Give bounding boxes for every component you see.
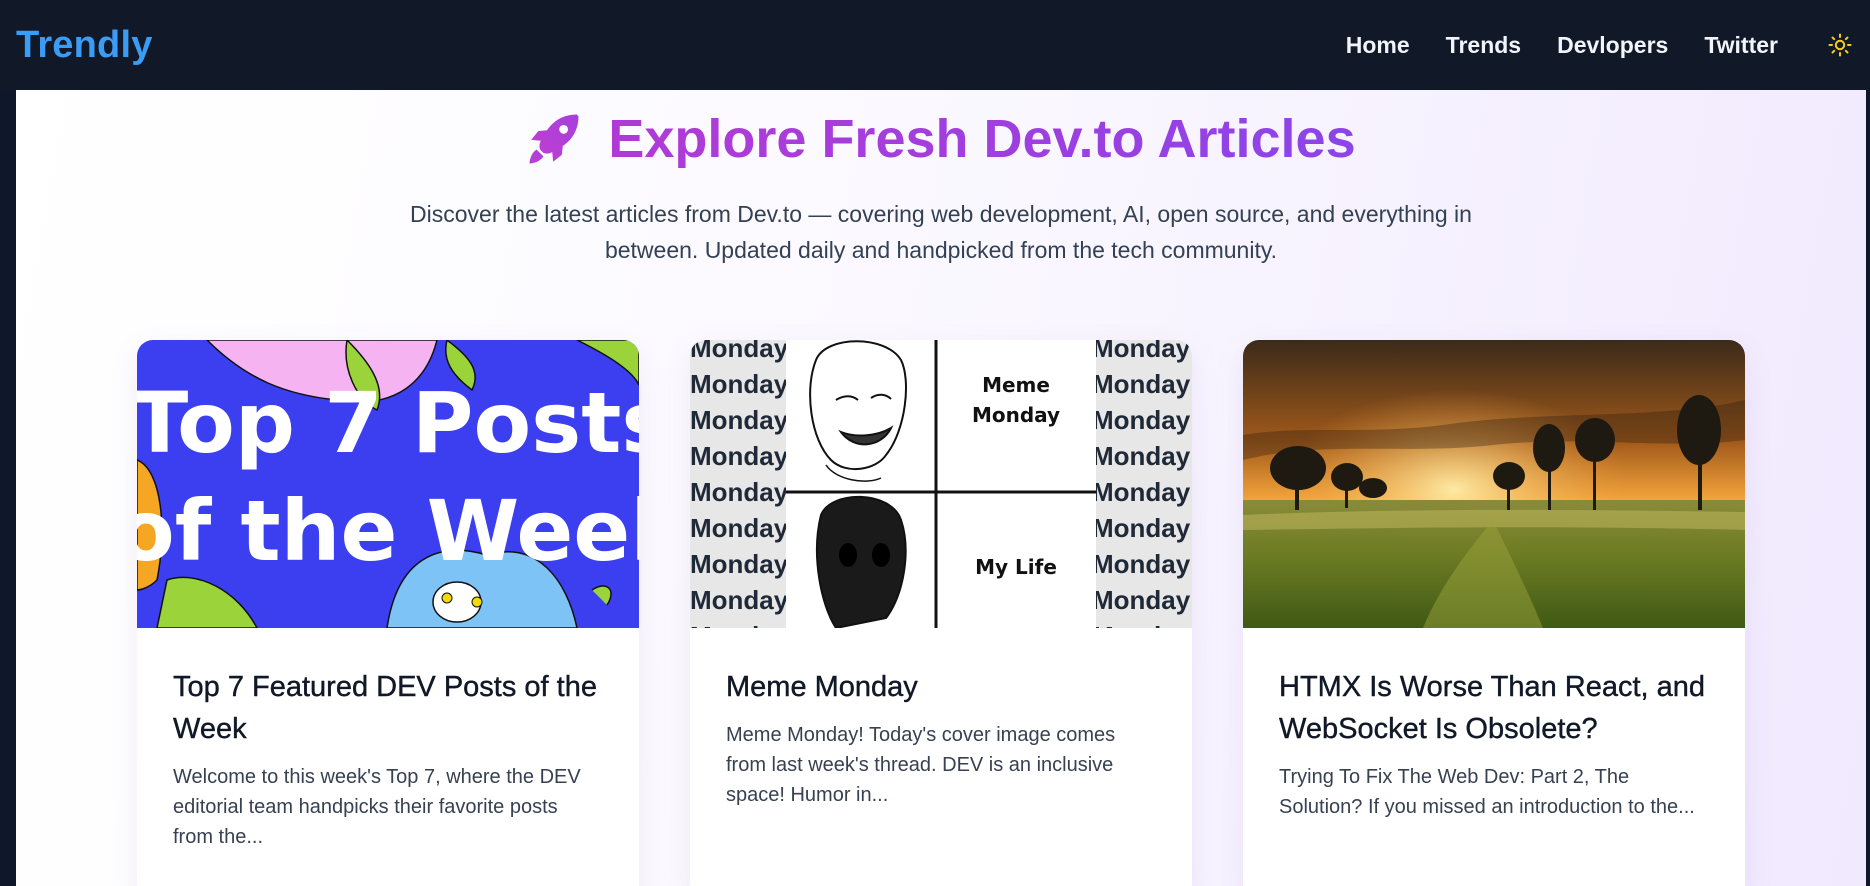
top-navbar: Trendly Home Trends Devlopers Twitter: [0, 0, 1870, 90]
article-excerpt: Meme Monday! Today's cover image comes f…: [726, 724, 1116, 806]
rocket-icon: [529, 114, 579, 164]
cover-text-line-1: Top 7 Posts: [137, 374, 639, 472]
theme-toggle-button[interactable]: [1826, 31, 1854, 59]
meme-cover-art: Monday Monday Monday Monday Monday Monday Mo…: [690, 340, 1192, 628]
top-posts-cover-art: Top 7 Posts of the Week: [137, 340, 639, 628]
article-title[interactable]: Top 7 Featured DEV Posts of the Week: [173, 666, 603, 750]
article-cover-image: Monday Monday Monday Monday Monday Monday Mo…: [690, 340, 1192, 628]
page-title: Explore Fresh Dev.to Articles: [16, 108, 1866, 170]
article-cover-image: [1243, 340, 1745, 628]
article-card[interactable]: HTMX Is Worse Than React, and WebSocket …: [1243, 340, 1745, 886]
article-excerpt: Trying To Fix The Web Dev: Part 2, The S…: [1279, 766, 1695, 818]
sunset-field-photo: [1243, 340, 1745, 628]
nav-link-trends[interactable]: Trends: [1446, 32, 1521, 59]
article-title[interactable]: HTMX Is Worse Than React, and WebSocket …: [1279, 666, 1709, 750]
article-card[interactable]: Monday Monday Monday Monday Monday Monday Mo…: [690, 340, 1192, 886]
page-subtitle: Discover the latest articles from Dev.to…: [410, 201, 1472, 263]
article-excerpt: Welcome to this week's Top 7, where the …: [173, 766, 581, 848]
nav-links: Home Trends Devlopers Twitter: [1310, 31, 1854, 59]
cover-text-line-2: of the Week: [137, 482, 639, 580]
nav-link-home[interactable]: Home: [1346, 32, 1410, 59]
page-title-text: Explore Fresh Dev.to Articles: [608, 109, 1356, 169]
svg-text:Monday: Monday: [972, 403, 1060, 427]
nav-link-twitter[interactable]: Twitter: [1704, 32, 1778, 59]
article-cover-image: Top 7 Posts of the Week: [137, 340, 639, 628]
article-grid: Top 7 Posts of the Week Top 7 Featured D…: [16, 340, 1866, 886]
svg-text:Meme: Meme: [982, 373, 1050, 397]
nav-link-developers[interactable]: Devlopers: [1557, 32, 1668, 59]
main-content: Explore Fresh Dev.to Articles Discover t…: [16, 90, 1866, 886]
sun-icon: [1828, 33, 1852, 57]
article-card[interactable]: Top 7 Posts of the Week Top 7 Featured D…: [137, 340, 639, 886]
article-title[interactable]: Meme Monday: [726, 666, 1156, 708]
meme-label-bottom: My Life: [975, 555, 1057, 579]
brand-logo[interactable]: Trendly: [16, 24, 153, 67]
